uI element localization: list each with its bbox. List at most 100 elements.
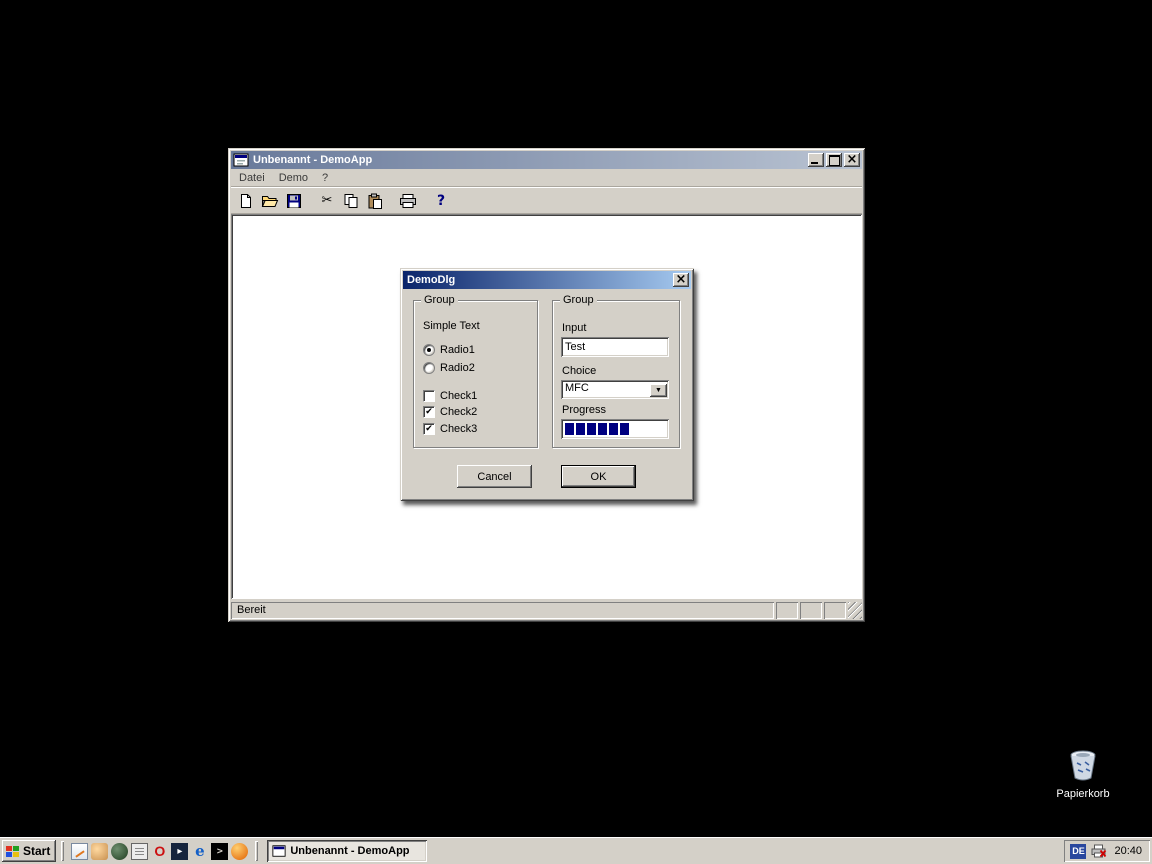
desktop: { "colors": { "desktop": "#000000", "win… [0,0,1152,864]
task-button-label: Unbenannt - DemoApp [290,845,409,857]
group-right: Group Input Choice MFC Progress [552,300,680,448]
progress-block [609,423,618,435]
paste-icon [367,193,383,209]
check1-label: Check1 [440,390,477,402]
simple-text-label: Simple Text [423,320,480,332]
task-button-demoapp[interactable]: Unbenannt - DemoApp [267,840,427,862]
print-button[interactable] [396,190,420,212]
dialog-close-button[interactable] [673,273,689,287]
new-document-icon [238,193,254,209]
start-label: Start [23,844,50,858]
help-icon: ? [437,194,445,208]
quicklaunch-paint-icon[interactable] [91,843,108,860]
cut-icon: ✂ [322,194,333,207]
cancel-button[interactable]: Cancel [457,465,532,488]
maximize-button[interactable] [826,153,842,167]
radio-radio2[interactable]: Radio2 [423,361,475,374]
checkbox-check1[interactable]: Check1 [423,389,477,402]
open-button[interactable] [258,190,282,212]
app-title: Unbenannt - DemoApp [251,154,806,166]
system-tray: DE 20:40 [1064,840,1150,862]
group-left: Group Simple Text Radio1 Radio2 Check1 C… [413,300,538,448]
dialog-title: DemoDlg [405,274,671,286]
radio1-indicator[interactable] [423,344,435,356]
save-icon [286,193,302,209]
progress-label: Progress [562,404,606,416]
quicklaunch-notes-icon[interactable] [71,843,88,860]
statusbar: Bereit [231,599,862,619]
app-icon [233,152,249,168]
copy-icon [343,193,359,209]
checkbox-check2[interactable]: Check2 [423,405,477,418]
demodlg-dialog: DemoDlg Group Simple Text Radio1 Radio2 … [400,268,694,501]
chevron-down-icon[interactable] [650,384,667,397]
progress-block [598,423,607,435]
copy-button[interactable] [339,190,363,212]
status-panel [776,602,798,619]
progress-block [565,423,574,435]
radio-radio1[interactable]: Radio1 [423,343,475,356]
desktop-icon-papierkorb[interactable]: Papierkorb [1047,748,1119,800]
checkbox-check3[interactable]: Check3 [423,422,477,435]
help-button[interactable]: ? [429,190,453,212]
radio1-label: Radio1 [440,344,475,356]
start-button[interactable]: Start [2,840,56,862]
input-field[interactable] [561,337,669,357]
quicklaunch-console-icon[interactable] [211,843,228,860]
resize-grip[interactable] [848,602,862,619]
toolbar-separator [420,190,429,212]
windows-flag-icon [5,845,20,858]
check3-label: Check3 [440,423,477,435]
quicklaunch-media-icon[interactable] [171,843,188,860]
radio2-indicator[interactable] [423,362,435,374]
paste-button[interactable] [363,190,387,212]
keyboard-layout-indicator[interactable]: DE [1070,844,1086,859]
choice-label: Choice [562,365,596,377]
taskbar-clock[interactable]: 20:40 [1112,845,1142,857]
cut-button[interactable]: ✂ [315,190,339,212]
progress-block [620,423,629,435]
toolbar: ✂ ? [231,187,862,214]
task-app-icon [272,844,286,858]
check2-indicator[interactable] [423,406,435,418]
quicklaunch-opera-icon[interactable] [151,843,168,860]
check2-label: Check2 [440,406,477,418]
quicklaunch-document-icon[interactable] [131,843,148,860]
dialog-titlebar[interactable]: DemoDlg [403,271,691,289]
new-document-button[interactable] [234,190,258,212]
quicklaunch-web-icon[interactable] [111,843,128,860]
input-label: Input [562,322,586,334]
progress-block [587,423,596,435]
desktop-icon-label: Papierkorb [1047,788,1119,800]
quicklaunch-ie-icon[interactable] [191,843,208,860]
recycle-bin-icon [1065,748,1101,782]
taskbar-handle[interactable] [255,841,258,861]
group-right-caption: Group [560,294,597,306]
status-panel [824,602,846,619]
check1-indicator[interactable] [423,390,435,402]
taskbar-handle[interactable] [61,841,64,861]
app-titlebar[interactable]: Unbenannt - DemoApp [231,151,862,169]
status-panel [800,602,822,619]
taskbar: Start Unbenannt - DemoApp DE 20:40 [0,837,1152,864]
menu-datei[interactable]: Datei [232,170,272,186]
choice-combobox[interactable]: MFC [561,380,669,399]
toolbar-separator [306,190,315,212]
print-icon [399,193,417,209]
minimize-button[interactable] [808,153,824,167]
progress-block [576,423,585,435]
menubar: Datei Demo ? [231,169,862,187]
check3-indicator[interactable] [423,423,435,435]
status-text: Bereit [231,602,774,619]
save-button[interactable] [282,190,306,212]
close-button[interactable] [844,153,860,167]
toolbar-separator [387,190,396,212]
print-status-icon[interactable] [1091,844,1107,858]
radio2-label: Radio2 [440,362,475,374]
open-folder-icon [261,193,279,209]
ok-button[interactable]: OK [561,465,636,488]
quicklaunch-netscape-icon[interactable] [231,843,248,860]
quick-launch-bar [69,843,250,860]
menu-demo[interactable]: Demo [272,170,315,186]
menu-help[interactable]: ? [315,170,335,186]
